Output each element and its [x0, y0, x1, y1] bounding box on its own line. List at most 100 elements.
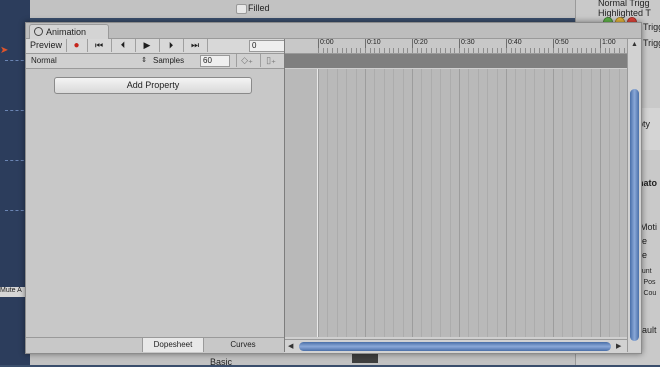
minor-tick — [477, 48, 479, 53]
minor-tick — [618, 48, 620, 53]
grid-line — [468, 69, 470, 337]
scroll-left-icon[interactable]: ◀ — [288, 342, 293, 350]
last-keyframe-icon[interactable]: ⏭ — [183, 39, 208, 52]
time-tick-label: 0:40 — [506, 39, 522, 52]
inspector-line: Moti — [640, 222, 658, 232]
samples-label: Samples — [153, 56, 185, 65]
grid-line — [515, 69, 517, 337]
grid-line — [421, 69, 423, 337]
minor-tick — [581, 48, 583, 53]
minor-tick — [590, 48, 592, 53]
wrap-mode-dropdown[interactable]: Normal ⇕ — [31, 55, 149, 66]
grid-line — [534, 69, 536, 337]
minor-tick — [520, 48, 522, 53]
minor-tick — [444, 48, 446, 53]
tab-dopesheet[interactable]: Dopesheet — [142, 338, 204, 352]
grid-line — [336, 69, 338, 337]
inspector-line: Trigg — [643, 38, 660, 48]
time-cursor[interactable] — [317, 69, 318, 337]
minor-tick — [440, 48, 442, 53]
minor-tick — [426, 48, 428, 53]
minor-tick — [383, 48, 385, 53]
record-icon[interactable]: ● — [66, 39, 88, 52]
previous-keyframe-icon[interactable]: ⏴ — [111, 39, 136, 52]
project-item: Basic — [210, 357, 233, 367]
minor-tick — [515, 48, 517, 53]
time-tick-label: 0:50 — [553, 39, 569, 52]
next-keyframe-icon[interactable]: ⏵ — [159, 39, 184, 52]
minor-tick — [491, 48, 493, 53]
tab-animation[interactable]: Animation — [29, 24, 109, 39]
frame-field[interactable]: 0 — [249, 40, 285, 52]
properties-pane: Add Property — [26, 69, 284, 337]
grid-line — [412, 69, 413, 337]
inspector-line: ault — [642, 325, 657, 335]
time-tick-label: 0:10 — [365, 39, 381, 52]
minor-tick — [496, 48, 498, 53]
grid-line — [430, 69, 432, 337]
minor-tick — [468, 48, 470, 53]
samples-field[interactable]: 60 — [200, 55, 230, 67]
minor-tick — [557, 48, 559, 53]
minor-tick — [332, 48, 334, 53]
minor-tick — [341, 48, 343, 53]
minor-tick — [327, 48, 329, 53]
grid-line — [590, 69, 592, 337]
add-property-button[interactable]: Add Property — [54, 77, 252, 94]
window-tab-bar: Animation — [26, 23, 641, 39]
tab-curves[interactable]: Curves — [202, 338, 284, 352]
grid-line — [496, 69, 498, 337]
minor-tick — [571, 48, 573, 53]
dopesheet-grid[interactable] — [285, 69, 627, 337]
minor-tick — [350, 48, 352, 53]
minor-tick — [623, 48, 625, 53]
grid-line — [524, 69, 526, 337]
dropdown-arrow-icon: ⇕ — [141, 57, 147, 64]
minor-tick — [604, 48, 606, 53]
minor-tick — [463, 48, 465, 53]
time-tick-label: 1:00 — [600, 39, 616, 52]
preview-button[interactable]: Preview — [26, 39, 67, 52]
timeline-ruler[interactable]: 0:00 0:10 0:20 0:30 0:40 0:50 1:00 — [285, 39, 627, 54]
minor-tick — [336, 48, 338, 53]
grid-line — [477, 69, 479, 337]
clock-icon — [34, 27, 43, 36]
grid-line — [553, 69, 554, 337]
event-strip[interactable] — [285, 54, 627, 68]
minor-tick — [534, 48, 536, 53]
minor-tick — [538, 48, 540, 53]
scroll-up-icon[interactable]: ▲ — [631, 41, 638, 48]
play-icon[interactable]: ▶ — [135, 39, 160, 52]
minor-tick — [322, 48, 324, 53]
minor-tick — [585, 48, 587, 53]
clip-settings-row: Normal ⇕ Samples 60 ◇₊ ▯₊ — [26, 54, 284, 69]
grid-line — [327, 69, 329, 337]
minor-tick — [562, 48, 564, 53]
minor-tick — [421, 48, 423, 53]
minor-tick — [614, 48, 616, 53]
vertical-scrollbar[interactable]: ▲ — [627, 39, 641, 352]
wrap-mode-value: Normal — [31, 56, 57, 65]
minor-tick — [473, 48, 475, 53]
grid-line — [581, 69, 583, 337]
minor-tick — [388, 48, 390, 53]
grid-line — [571, 69, 573, 337]
vertical-scroll-thumb[interactable] — [630, 89, 639, 341]
add-keyframe-icon[interactable]: ◇₊ — [236, 54, 257, 67]
add-event-icon[interactable]: ▯₊ — [260, 54, 281, 67]
scroll-right-icon[interactable]: ▶ — [616, 342, 621, 350]
animation-window: Animation Preview ● ⏮ ⏴ ▶ ⏵ ⏭ 0 Normal ⇕… — [25, 22, 642, 354]
minor-tick — [365, 48, 366, 53]
grid-line — [440, 69, 442, 337]
minor-tick — [567, 48, 569, 53]
grid-line — [562, 69, 564, 337]
minor-tick — [430, 48, 432, 53]
minor-tick — [501, 48, 503, 53]
filled-label: Filled — [236, 3, 270, 14]
inspector-line: Trigg — [643, 22, 660, 32]
first-keyframe-icon[interactable]: ⏮ — [87, 39, 112, 52]
horizontal-scrollbar[interactable]: ◀ ▶ — [285, 339, 627, 353]
horizontal-scroll-thumb[interactable] — [299, 342, 611, 351]
grid-line — [393, 69, 395, 337]
minor-tick — [412, 48, 413, 53]
